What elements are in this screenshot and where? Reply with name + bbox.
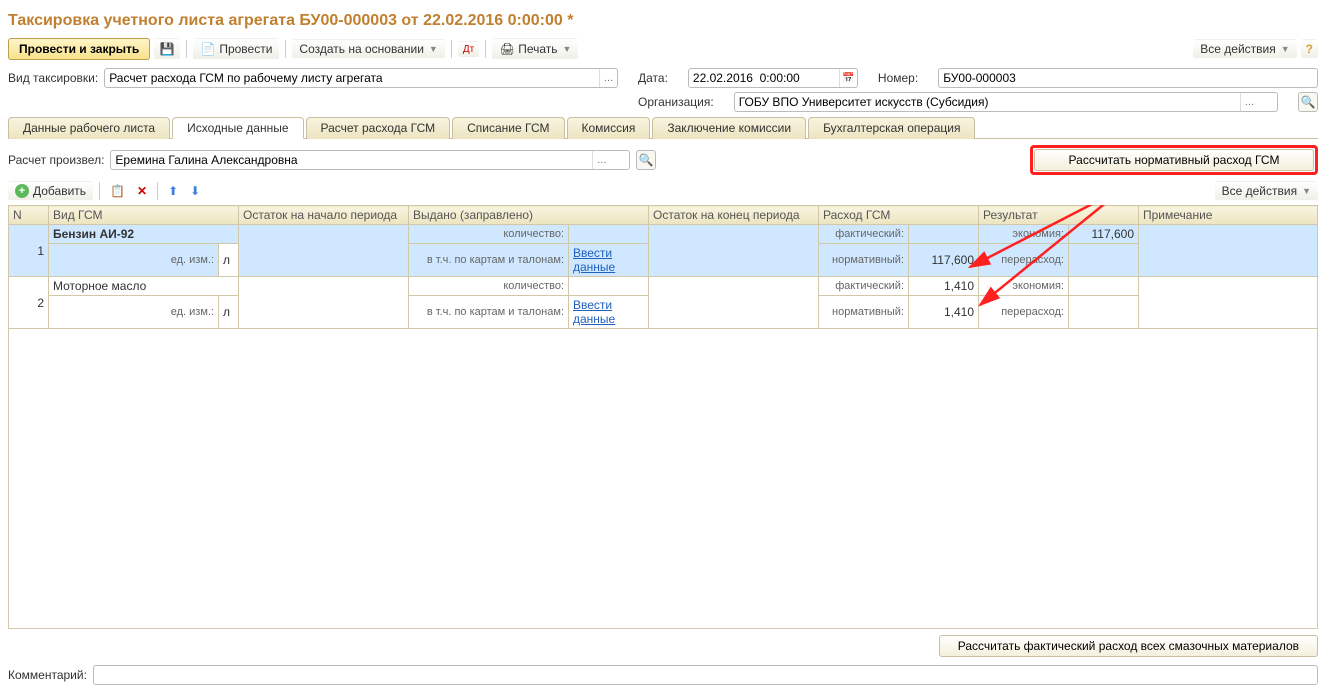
org-input[interactable] <box>734 92 1278 112</box>
comment-input[interactable] <box>93 665 1318 685</box>
cell-cards-label: в т.ч. по картам и талонам: <box>409 244 569 277</box>
cell-overrun-label: перерасход: <box>979 296 1069 329</box>
calc-normative-highlight: Рассчитать нормативный расход ГСМ <box>1030 145 1318 175</box>
cell-unit: л <box>219 244 239 277</box>
col-start-balance[interactable]: Остаток на начало периода <box>239 206 409 225</box>
comment-label: Комментарий: <box>8 668 87 682</box>
col-issued[interactable]: Выдано (заправлено) <box>409 206 649 225</box>
cell-actual-label: фактический: <box>819 277 909 296</box>
tab-accounting-op[interactable]: Бухгалтерская операция <box>808 117 975 139</box>
cell-overrun-label: перерасход: <box>979 244 1069 277</box>
add-row-button[interactable]: + Добавить <box>8 181 93 201</box>
col-fuel-type[interactable]: Вид ГСМ <box>49 206 239 225</box>
org-search-icon[interactable]: 🔍 <box>1298 92 1318 112</box>
cell-actual <box>909 225 979 244</box>
main-toolbar: Провести и закрыть 💾 📄 Провести Создать … <box>8 38 1318 60</box>
cell-unit-label: ед. изм.: <box>49 244 219 277</box>
tab-commission-conclusion[interactable]: Заключение комиссии <box>652 117 806 139</box>
cell-normative-label: нормативный: <box>819 244 909 277</box>
cell-actual: 1,410 <box>909 277 979 296</box>
cell-unit: л <box>219 296 239 329</box>
enter-data-link[interactable]: Ввести данные <box>573 246 615 274</box>
tab-fuel-writeoff[interactable]: Списание ГСМ <box>452 117 564 139</box>
grid-all-actions-button[interactable]: Все действия▼ <box>1215 181 1318 201</box>
plus-icon: + <box>15 184 29 198</box>
calc-by-ellipsis-icon[interactable]: … <box>592 151 610 169</box>
taxation-type-ellipsis-icon[interactable]: … <box>599 69 617 87</box>
dtkt-icon[interactable]: Дт <box>458 41 479 58</box>
cell-economy-label: экономия: <box>979 225 1069 244</box>
help-icon[interactable]: ? <box>1301 39 1318 59</box>
all-actions-button[interactable]: Все действия▼ <box>1193 39 1296 59</box>
date-label: Дата: <box>638 71 668 85</box>
move-down-icon[interactable]: ⬇ <box>186 182 204 200</box>
fuel-grid[interactable]: N Вид ГСМ Остаток на начало периода Выда… <box>8 205 1318 329</box>
move-up-icon[interactable]: ⬆ <box>164 182 182 200</box>
printer-icon: 🖨 <box>499 41 515 57</box>
col-n[interactable]: N <box>9 206 49 225</box>
table-row[interactable]: 1 Бензин АИ-92 количество: фактический: … <box>9 225 1318 244</box>
tab-worksheet-data[interactable]: Данные рабочего листа <box>8 117 170 139</box>
tab-source-data[interactable]: Исходные данные <box>172 117 303 139</box>
cell-economy: 117,600 <box>1069 225 1139 244</box>
cell-fuel-name: Моторное масло <box>49 277 239 296</box>
org-ellipsis-icon[interactable]: … <box>1240 93 1258 111</box>
calc-by-label: Расчет произвел: <box>8 153 104 167</box>
cell-normative: 1,410 <box>909 296 979 329</box>
create-based-button[interactable]: Создать на основании▼ <box>292 39 444 59</box>
date-input[interactable] <box>688 68 858 88</box>
copy-row-icon[interactable]: 📋 <box>106 182 129 200</box>
cell-n: 2 <box>9 277 49 329</box>
print-button[interactable]: 🖨 Печать▼ <box>492 38 578 60</box>
cell-fuel-name: Бензин АИ-92 <box>49 225 239 244</box>
submit-icon: 📄 <box>200 41 216 57</box>
calc-by-search-icon[interactable]: 🔍 <box>636 150 656 170</box>
cell-cards-label: в т.ч. по картам и талонам: <box>409 296 569 329</box>
page-title: Таксировка учетного листа агрегата БУ00-… <box>8 12 1318 30</box>
cell-qty-label: количество: <box>409 277 569 296</box>
col-consumption[interactable]: Расход ГСМ <box>819 206 979 225</box>
tab-commission[interactable]: Комиссия <box>567 117 651 139</box>
col-end-balance[interactable]: Остаток на конец периода <box>649 206 819 225</box>
calc-by-input[interactable] <box>110 150 630 170</box>
cell-economy <box>1069 277 1139 296</box>
cell-normative-label: нормативный: <box>819 296 909 329</box>
calc-actual-all-button[interactable]: Рассчитать фактический расход всех смазо… <box>939 635 1318 657</box>
cell-overrun <box>1069 296 1139 329</box>
cell-economy-label: экономия: <box>979 277 1069 296</box>
calendar-icon[interactable]: 📅 <box>839 69 857 87</box>
delete-row-icon[interactable]: ✕ <box>133 182 151 200</box>
cell-actual-label: фактический: <box>819 225 909 244</box>
cell-n: 1 <box>9 225 49 277</box>
grid-toolbar: + Добавить 📋 ✕ ⬆ ⬇ Все действия▼ <box>8 181 1318 201</box>
number-label: Номер: <box>878 71 918 85</box>
calc-normative-button[interactable]: Рассчитать нормативный расход ГСМ <box>1034 149 1314 171</box>
cell-normative: 117,600 <box>909 244 979 277</box>
cell-unit-label: ед. изм.: <box>49 296 219 329</box>
org-label: Организация: <box>638 95 714 109</box>
taxation-type-input[interactable] <box>104 68 618 88</box>
submit-button[interactable]: 📄 Провести <box>193 38 279 60</box>
taxation-type-label: Вид таксировки: <box>8 71 98 85</box>
enter-data-link[interactable]: Ввести данные <box>573 298 615 326</box>
cell-overrun <box>1069 244 1139 277</box>
number-input[interactable] <box>938 68 1318 88</box>
save-icon[interactable]: 💾 <box>154 38 180 60</box>
cell-qty-label: количество: <box>409 225 569 244</box>
table-row[interactable]: 2 Моторное масло количество: фактический… <box>9 277 1318 296</box>
col-result[interactable]: Результат <box>979 206 1139 225</box>
tabs: Данные рабочего листа Исходные данные Ра… <box>8 116 1318 139</box>
tab-fuel-calc[interactable]: Расчет расхода ГСМ <box>306 117 451 139</box>
col-note[interactable]: Примечание <box>1139 206 1318 225</box>
grid-empty-area <box>8 329 1318 629</box>
submit-close-button[interactable]: Провести и закрыть <box>8 38 150 60</box>
